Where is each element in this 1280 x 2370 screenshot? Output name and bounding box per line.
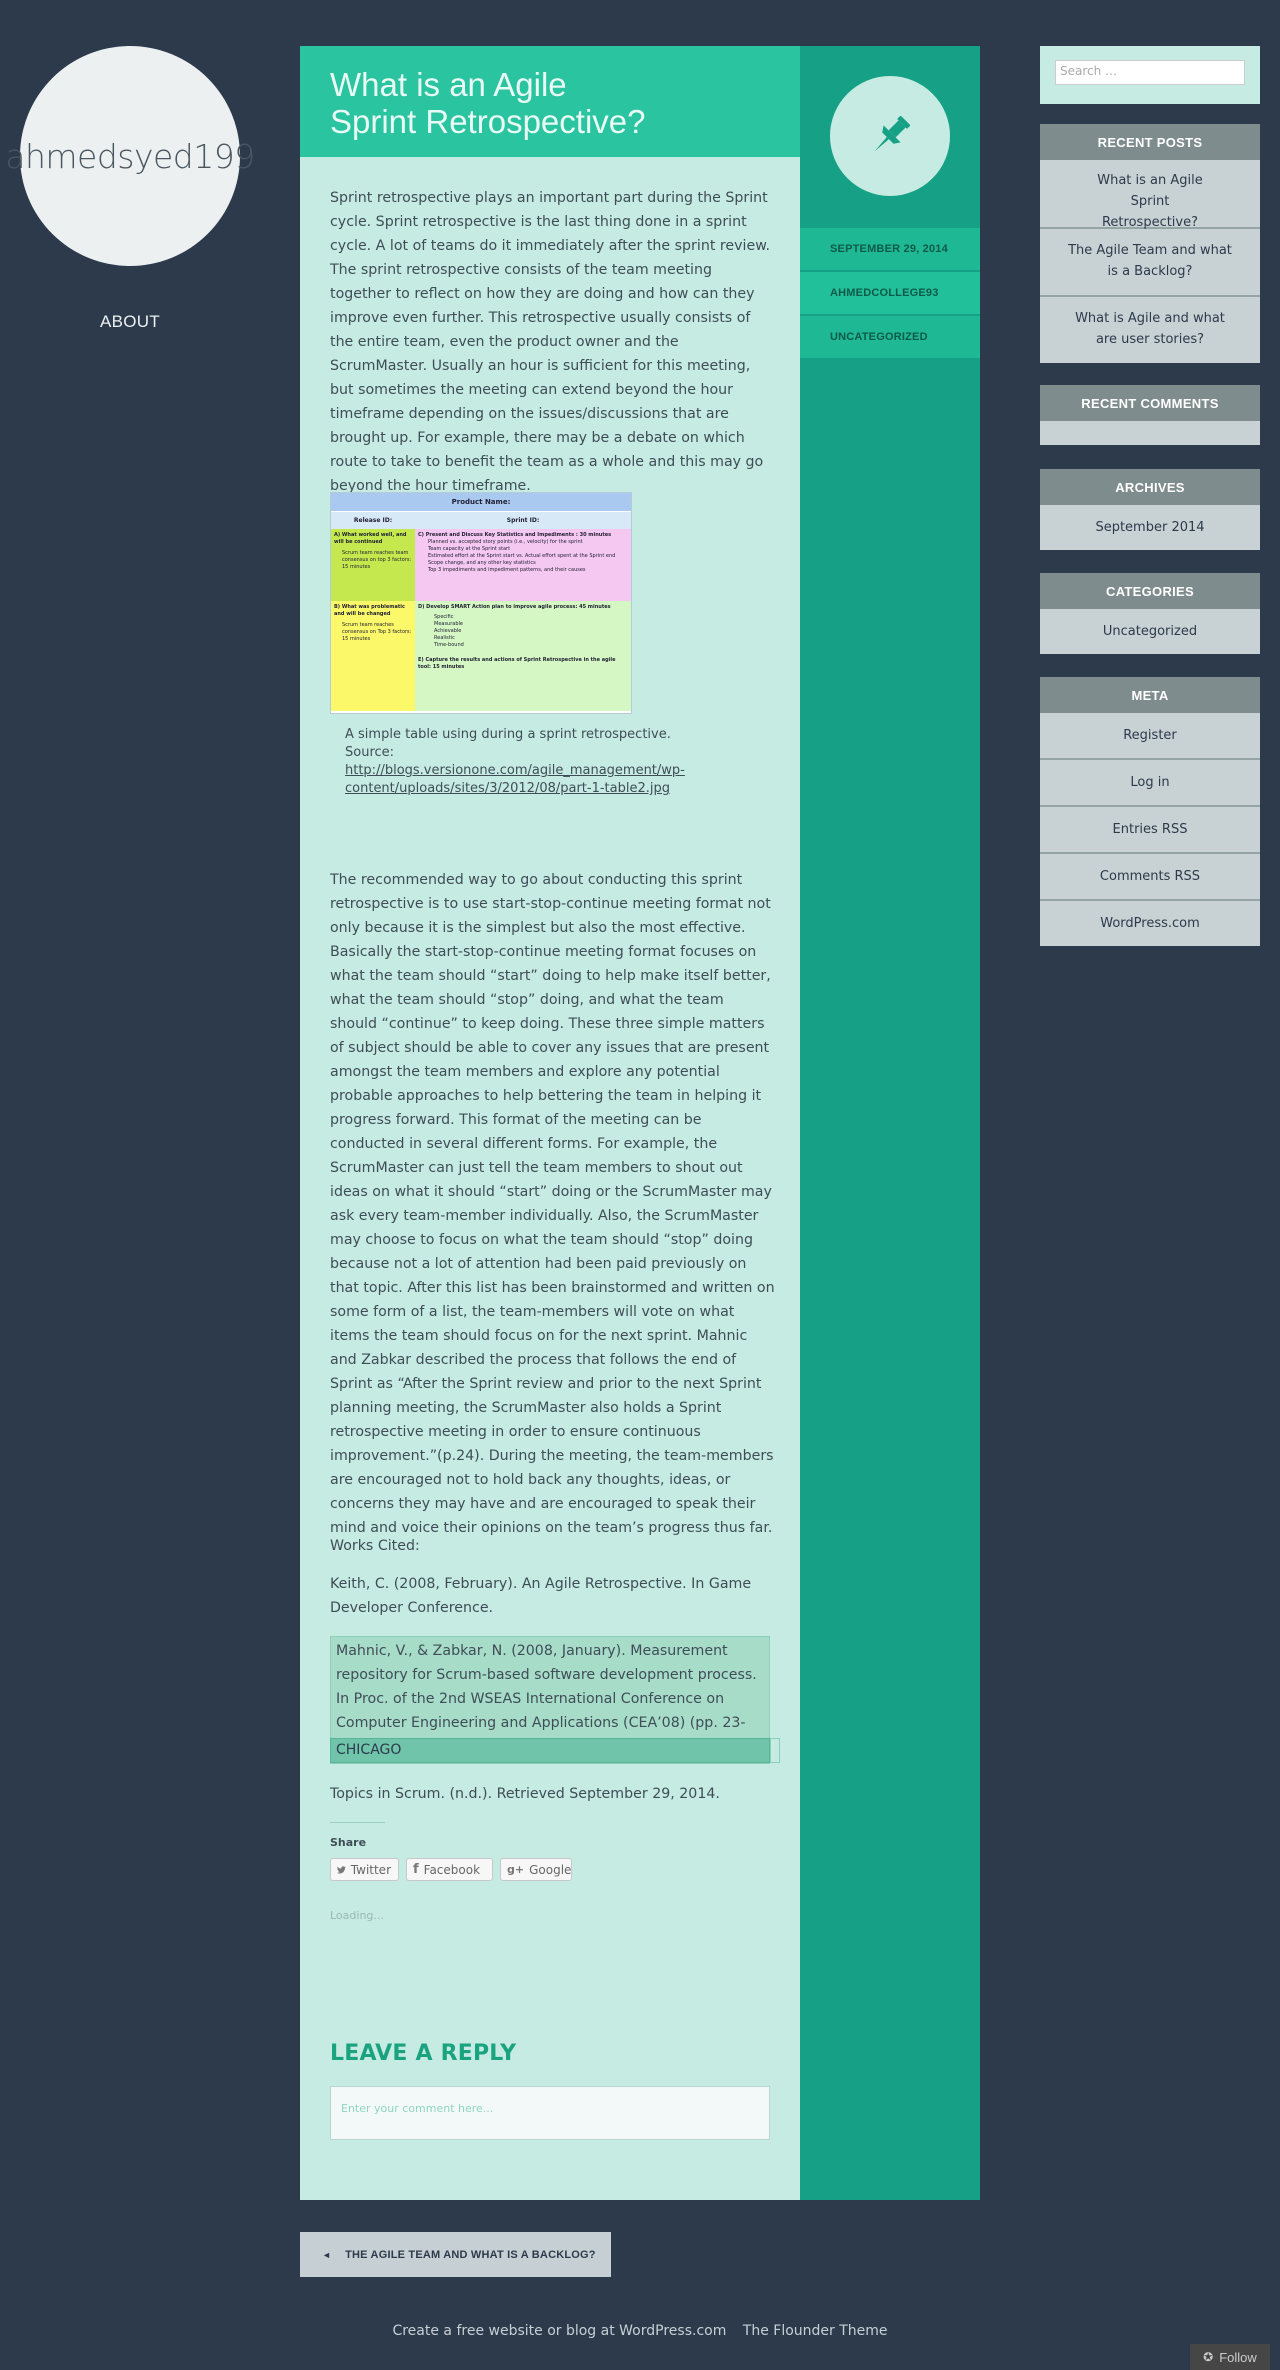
table-sprint-id: Sprint ID: [415,511,631,529]
likes-loading: Loading... [330,1909,384,1922]
meta-comments-rss-link[interactable]: Comments RSS [1040,852,1260,899]
table-action-plan-item: Specific [434,614,454,620]
archive-link[interactable]: September 2014 [1040,505,1260,550]
post-title-line-1: What is an Agile [330,66,567,103]
pushpin-icon [874,115,911,152]
share-facebook-button[interactable]: f Facebook [406,1858,493,1881]
table-statistics-item: Planned vs. accepted story points (i.e.,… [428,539,583,545]
follow-label: Follow [1219,2349,1257,2365]
citation-keith: Keith, C. (2008, February). An Agile Ret… [330,1576,752,1616]
nav-about-link[interactable]: ABOUT [0,312,260,332]
leave-reply-heading: LEAVE A REPLY [330,2041,517,2066]
recent-comments-list [1040,421,1260,445]
site-footer: Create a free website or blog at WordPre… [0,2323,1280,2339]
post-format-badge [830,76,950,196]
previous-post-label: THE AGILE TEAM AND WHAT IS A BACKLOG? [345,2248,596,2261]
recent-posts-widget: RECENT POSTS What is an Agile Sprint Ret… [1040,124,1260,363]
categories-widget: CATEGORIES Uncategorized [1040,573,1260,654]
site-title-logo[interactable]: ahmedsyed199 [5,46,255,266]
post-paragraph-2: The recommended way to go about conducti… [330,872,775,1536]
meta-wordpress-link[interactable]: WordPress.com [1040,899,1260,946]
recent-post-link[interactable]: The Agile Team and what is a Backlog? [1040,227,1260,295]
citation-style-edge [770,1738,780,1763]
facebook-icon: f [413,1861,419,1877]
table-action-plan-item: Time-bound [434,642,464,648]
table-action-plan-item: Measurable [434,621,463,627]
citation-topics-in-scrum: Topics in Scrum. (n.d.). Retrieved Septe… [330,1786,720,1802]
share-google-button[interactable]: g+ Google [500,1858,572,1881]
comment-textarea[interactable]: Enter your comment here... [330,2086,770,2140]
recent-post-link[interactable]: What is Agile and what are user stories? [1040,295,1260,363]
share-google-label: Google [529,1862,572,1877]
table-statistics-item: Scope change, and any other key statisti… [428,560,536,566]
table-action-plan-item: Achievable [434,628,462,634]
meta-login-link[interactable]: Log in [1040,758,1260,805]
search-widget: Search … [1040,46,1260,104]
caption-text: A simple table using during a sprint ret… [345,727,671,742]
footer-theme-link[interactable]: The Flounder Theme [743,2323,888,2339]
table-statistics-label: C) Present and Discuss Key Statistics an… [418,532,612,538]
citation-style-chicago[interactable]: CHICAGO [330,1738,770,1763]
table-statistics-item: Team capacity at the Sprint start [428,546,511,552]
post-header: What is an Agile Sprint Retrospective? [300,46,800,157]
twitter-icon [337,1865,346,1874]
recent-posts-title: RECENT POSTS [1040,124,1260,160]
post-meta-column: SEPTEMBER 29, 2014 AHMEDCOLLEGE93 UNCATE… [800,46,980,2200]
share-twitter-button[interactable]: Twitter [330,1858,399,1881]
share-twitter-label: Twitter [350,1862,391,1877]
caption-source-label: Source: [345,745,395,760]
site-title[interactable]: ahmedsyed199 [5,137,255,176]
recent-post-link[interactable]: What is an Agile Sprint Retrospective? [1040,160,1260,230]
post-paragraph-1: Sprint retrospective plays an important … [330,190,771,494]
table-worked-well-label: A) What worked well, and will be continu… [334,532,407,545]
category-link[interactable]: Uncategorized [1040,609,1260,654]
image-caption: A simple table using during a sprint ret… [345,726,685,798]
meta-register-link[interactable]: Register [1040,713,1260,758]
caption-source-link[interactable]: http://blogs.versionone.com/agile_manage… [345,763,685,796]
previous-post-button[interactable]: ◄ THE AGILE TEAM AND WHAT IS A BACKLOG? [300,2232,611,2277]
table-capture-label: E) Capture the results and actions of Sp… [418,657,616,670]
meta-widget-title: META [1040,677,1260,713]
table-problematic-item: Scrum team reaches consensus on Top 3 fa… [342,622,412,642]
table-statistics-item: Estimated effort at the Sprint start vs.… [428,553,616,559]
recent-comments-widget: RECENT COMMENTS [1040,385,1260,445]
archives-title: ARCHIVES [1040,469,1260,505]
share-facebook-label: Facebook [423,1862,481,1877]
follow-plus-icon: ✪ [1203,2350,1214,2364]
comment-placeholder: Enter your comment here... [341,2102,494,2115]
search-input[interactable]: Search … [1055,60,1245,85]
table-worked-well-item: Scrum team reaches team consensus on top… [342,550,412,570]
meta-date-link[interactable]: SEPTEMBER 29, 2014 [800,226,980,270]
table-action-plan-label: D) Develop SMART Action plan to improve … [418,604,611,610]
categories-title: CATEGORIES [1040,573,1260,609]
meta-category-link[interactable]: UNCATEGORIZED [800,314,980,358]
meta-widget: META Register Log in Entries RSS Comment… [1040,677,1260,946]
archives-widget: ARCHIVES September 2014 [1040,469,1260,550]
meta-entries-rss-link[interactable]: Entries RSS [1040,805,1260,852]
google-plus-icon: g+ [507,1862,525,1876]
table-problematic-label: B) What was problematic and will be chan… [334,604,405,617]
table-action-plan-item: Realistic [434,635,455,641]
retrospective-table-image[interactable]: Product Name: Release ID: Sprint ID: A) … [330,492,632,714]
arrow-left-icon: ◄ [322,2249,332,2260]
follow-button[interactable]: ✪ Follow [1190,2344,1270,2370]
recent-comments-title: RECENT COMMENTS [1040,385,1260,421]
post-article: What is an Agile Sprint Retrospective? S… [300,46,800,2200]
footer-credit-link[interactable]: Create a free website or blog at WordPre… [392,2323,726,2339]
table-release-id: Release ID: [331,511,415,529]
works-cited-heading: Works Cited: [330,1538,420,1554]
meta-author-link[interactable]: AHMEDCOLLEGE93 [800,270,980,314]
post-title-line-2: Sprint Retrospective? [330,103,646,140]
table-statistics-item: Top 3 impediments and impediment pattern… [428,567,586,573]
